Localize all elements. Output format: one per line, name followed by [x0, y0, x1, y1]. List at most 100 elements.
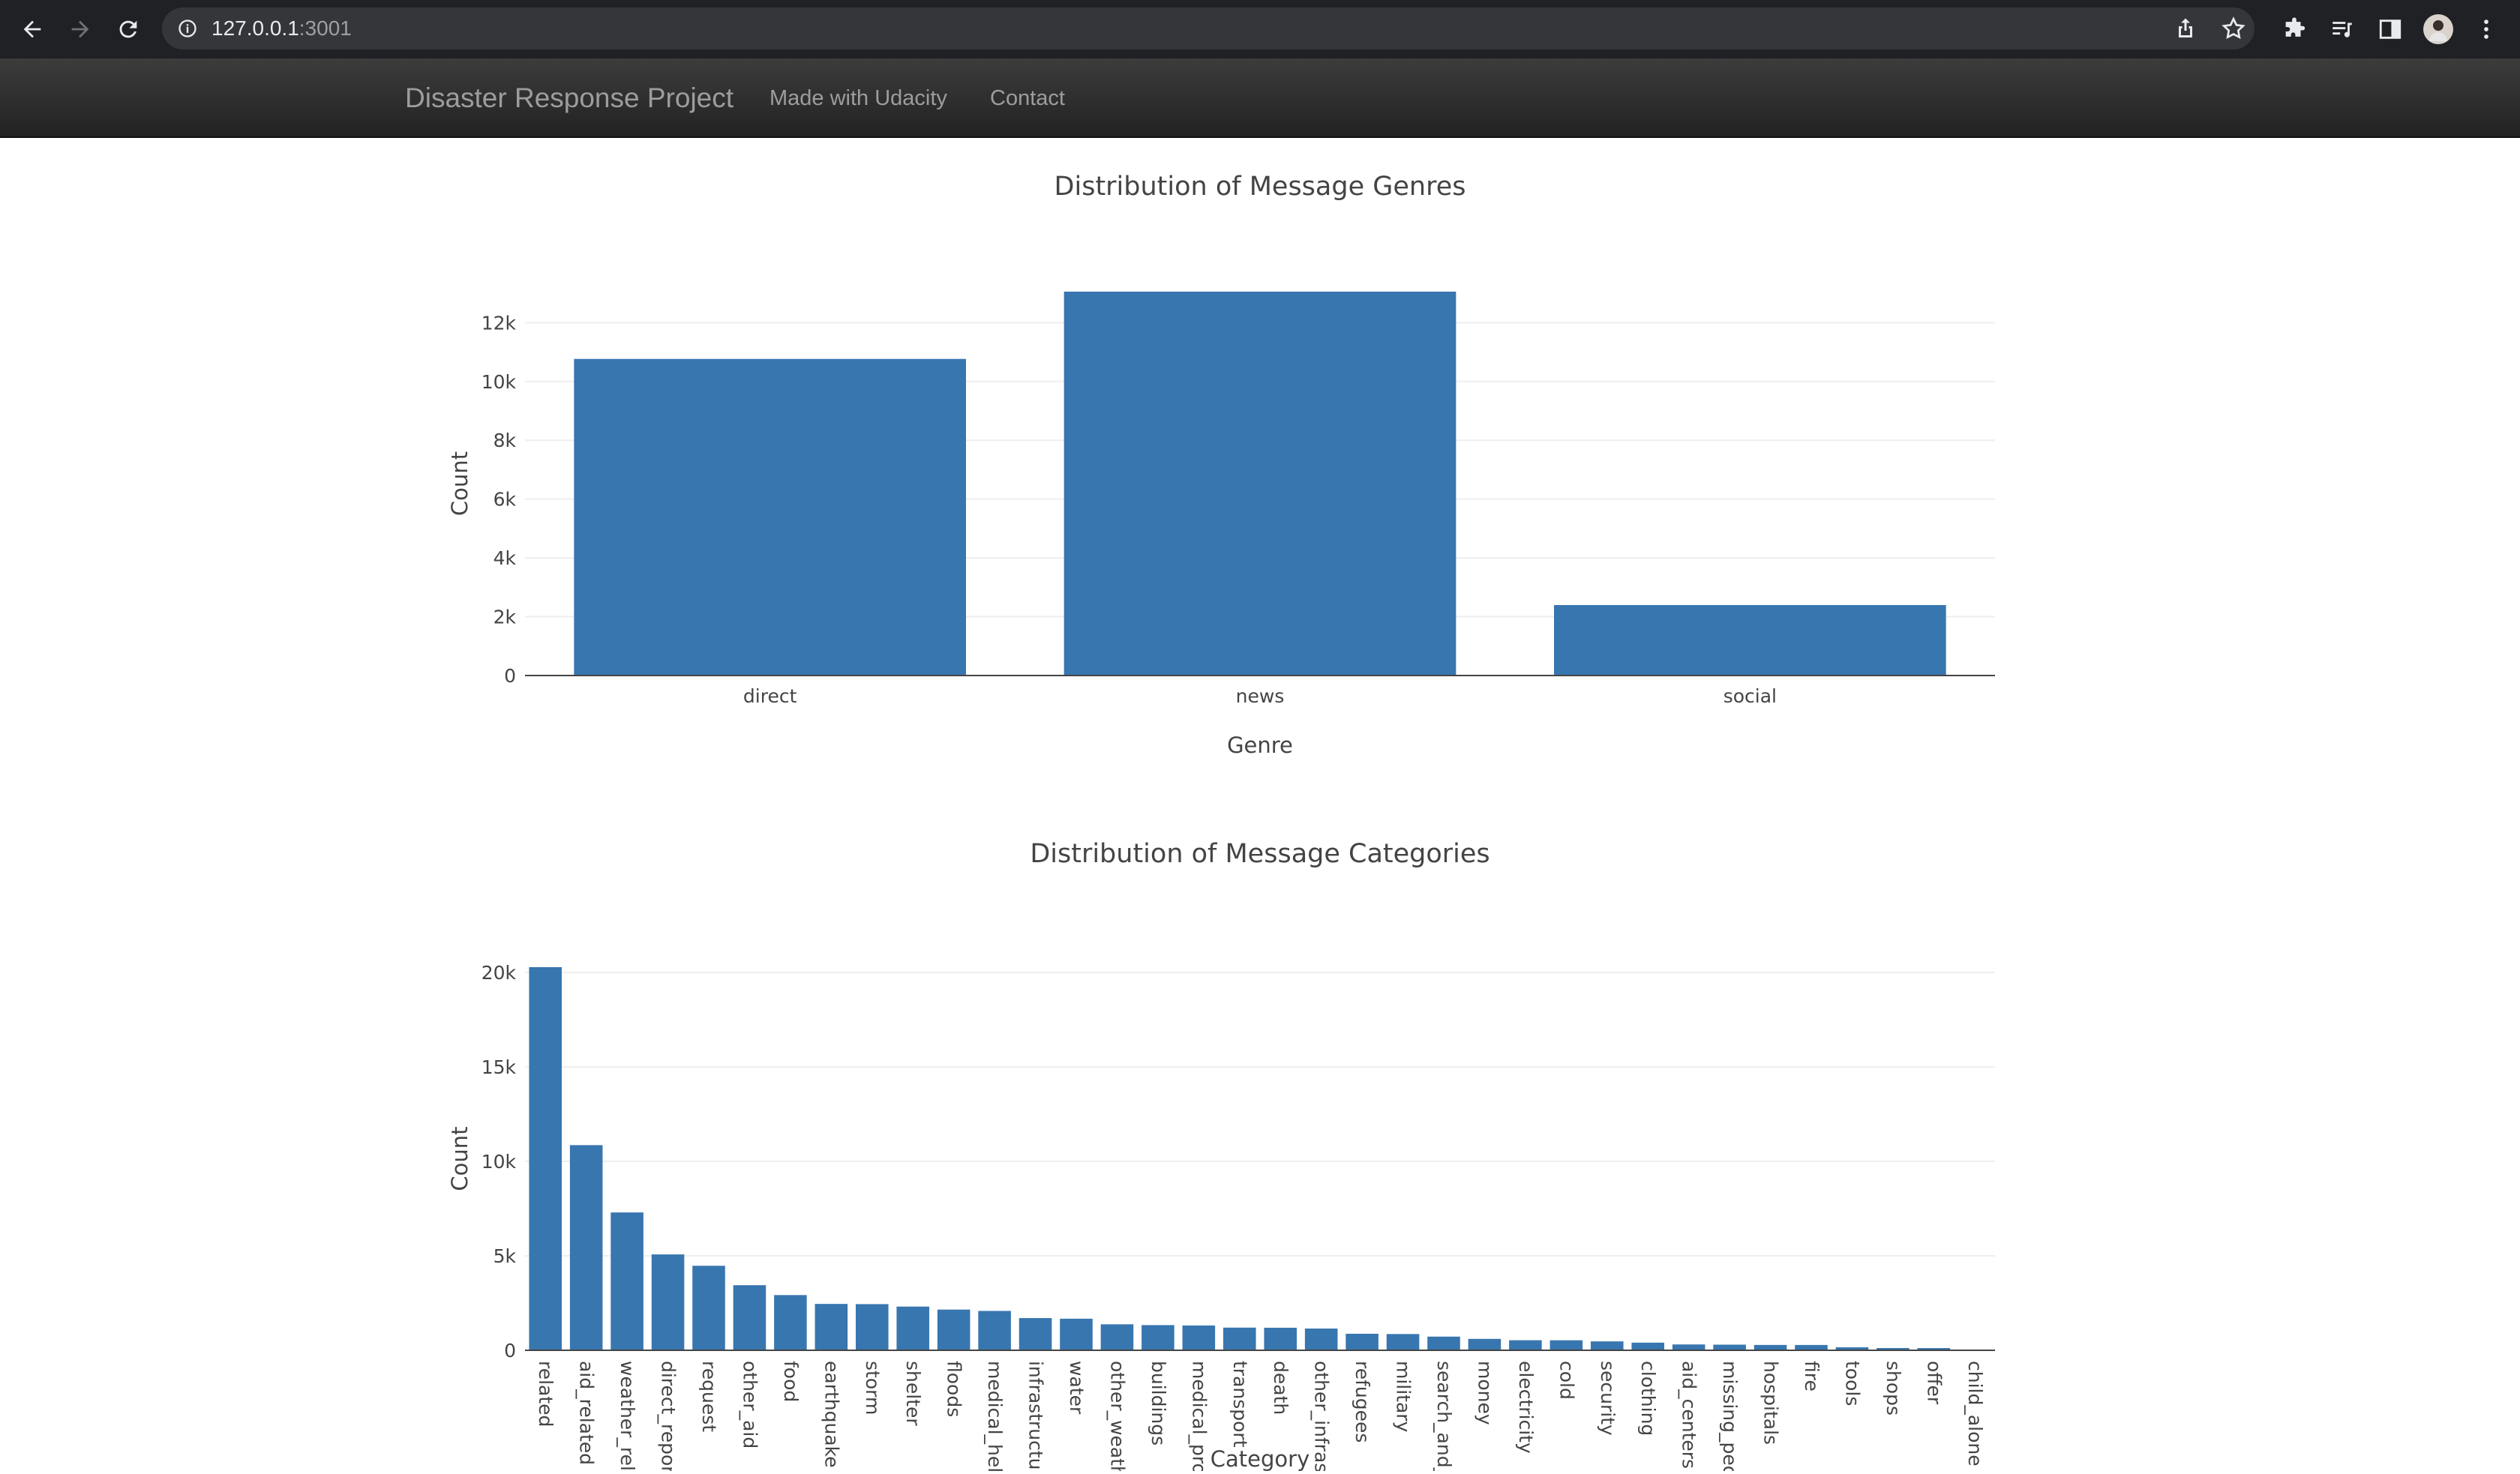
x-tick-label: infrastructur — [1025, 1361, 1047, 1471]
x-tick-label: security — [1597, 1361, 1618, 1436]
bar-direct-report — [651, 1254, 685, 1350]
bar-earthquake — [814, 1304, 848, 1350]
y-tick-label: 8k — [494, 430, 517, 451]
x-tick-label: earthquake — [820, 1361, 842, 1468]
x-tick-label: floods — [944, 1361, 965, 1417]
x-tick-label: electricity — [1515, 1361, 1537, 1454]
x-tick-label: medical_hel — [984, 1361, 1006, 1471]
bar-clothing — [1631, 1342, 1664, 1350]
x-tick-label: hospitals — [1760, 1361, 1782, 1445]
reload-icon[interactable] — [110, 10, 147, 48]
bar-search-and-rescue — [1427, 1336, 1460, 1350]
x-tick-label: fire — [1801, 1361, 1822, 1392]
x-tick-label: aid_related — [576, 1361, 598, 1465]
x-tick-label: other_aid — [739, 1361, 760, 1449]
bar-infrastructure-related — [1018, 1318, 1052, 1350]
profile-avatar[interactable] — [2420, 10, 2457, 48]
bar-water — [1060, 1318, 1093, 1350]
x-tick-label: military — [1393, 1361, 1414, 1433]
url-port: :3001 — [298, 16, 352, 40]
x-tick-label: shelter — [902, 1361, 924, 1426]
browser-toolbar: 127.0.0.1:3001 — [0, 0, 2520, 58]
x-axis-title: Genre — [1227, 733, 1293, 758]
x-tick-label: death — [1270, 1361, 1292, 1415]
bar-related — [529, 967, 562, 1350]
y-tick-label: 0 — [504, 1340, 516, 1362]
y-tick-label: 6k — [494, 489, 517, 511]
category-chart: Distribution of Message Categories 0 5k 10k… — [0, 813, 2520, 1474]
bar-buildings — [1142, 1325, 1174, 1350]
y-tick-label: 15k — [482, 1056, 517, 1078]
forward-arrow-icon[interactable] — [62, 10, 99, 48]
bar-request — [692, 1266, 725, 1350]
x-tick-label: direct — [743, 685, 797, 707]
site-navbar: Disaster Response Project Made with Udac… — [0, 58, 2520, 138]
navbar-brand[interactable]: Disaster Response Project — [405, 58, 734, 138]
bar-cold — [1550, 1340, 1583, 1350]
y-tick-label: 12k — [482, 312, 517, 334]
y-tick-label: 0 — [504, 665, 516, 687]
bar-floods — [937, 1309, 970, 1350]
x-axis-title: Category — [1210, 1446, 1310, 1471]
url-text: 127.0.0.1:3001 — [212, 7, 352, 49]
x-tick-label: child_alone — [1964, 1361, 1986, 1467]
bar-electricity — [1509, 1340, 1542, 1350]
x-tick-label: transport — [1229, 1361, 1251, 1448]
bar-money — [1468, 1338, 1502, 1350]
back-arrow-icon[interactable] — [14, 10, 51, 48]
bar-fire — [1795, 1344, 1828, 1350]
sidepanel-icon[interactable] — [2372, 10, 2409, 48]
bar-security — [1591, 1341, 1624, 1350]
y-tick-label: 10k — [482, 371, 517, 393]
extensions-icon[interactable] — [2276, 10, 2313, 48]
x-tick-label: other_weath — [1106, 1361, 1128, 1471]
menu-dots-icon[interactable] — [2468, 10, 2505, 48]
x-tick-label: news — [1236, 685, 1285, 707]
bar-medical-help — [978, 1311, 1011, 1350]
x-tick-label: related — [535, 1361, 556, 1427]
address-bar[interactable]: 127.0.0.1:3001 — [162, 7, 2254, 49]
genre-chart-svg: Distribution of Message Genres 0 2k 4k 6k 8k 1… — [447, 172, 1995, 758]
bar-aid-related — [569, 1145, 603, 1350]
bar-weather-related — [610, 1212, 644, 1350]
bar-other-aid — [733, 1285, 766, 1350]
nav-link-made-with-udacity[interactable]: Made with Udacity — [770, 58, 947, 138]
info-icon[interactable] — [177, 18, 198, 39]
x-tick-label: aid_centers — [1678, 1361, 1700, 1469]
x-tick-label: medical_pro — [1188, 1361, 1210, 1471]
x-tick-label: storm — [862, 1361, 884, 1415]
x-tick-label: social — [1724, 685, 1777, 707]
bar-social — [1554, 605, 1946, 676]
bar-medical-products — [1182, 1325, 1216, 1350]
x-tick-label: missing_peo — [1719, 1361, 1741, 1471]
genre-chart: Distribution of Message Genres 0 2k 4k 6k 8k 1… — [0, 138, 2520, 783]
nav-link-contact[interactable]: Contact — [990, 58, 1065, 138]
y-tick-label: 5k — [494, 1245, 517, 1267]
x-tick-label: cold — [1556, 1361, 1577, 1400]
bar-military — [1386, 1334, 1420, 1350]
bar-news — [1064, 292, 1456, 676]
y-axis-title: Count — [447, 1126, 472, 1191]
bar-other-weather — [1100, 1324, 1134, 1350]
x-tick-label: shops — [1882, 1361, 1904, 1416]
bar-other-infrastructure — [1304, 1329, 1338, 1350]
y-tick-label: 4k — [494, 547, 517, 569]
bar-death — [1264, 1327, 1297, 1350]
share-icon[interactable] — [2172, 15, 2199, 42]
star-icon[interactable] — [2220, 15, 2247, 42]
x-tick-label: buildings — [1148, 1361, 1169, 1446]
bar-refugees — [1346, 1333, 1378, 1350]
x-tick-label: clothing — [1637, 1361, 1659, 1436]
bar-aid-centers — [1672, 1344, 1706, 1350]
bar-shelter — [896, 1306, 929, 1350]
bar-food — [774, 1295, 807, 1350]
url-host: 127.0.0.1 — [212, 16, 299, 40]
bar-direct — [574, 358, 966, 676]
y-tick-label: 20k — [482, 962, 517, 984]
media-icon[interactable] — [2324, 10, 2361, 48]
bar-transport — [1223, 1327, 1256, 1350]
x-tick-label: weather_rel — [616, 1361, 638, 1471]
x-tick-label: request — [698, 1361, 720, 1432]
y-tick-label: 2k — [494, 607, 517, 628]
x-tick-label: search_and_ — [1433, 1361, 1455, 1471]
